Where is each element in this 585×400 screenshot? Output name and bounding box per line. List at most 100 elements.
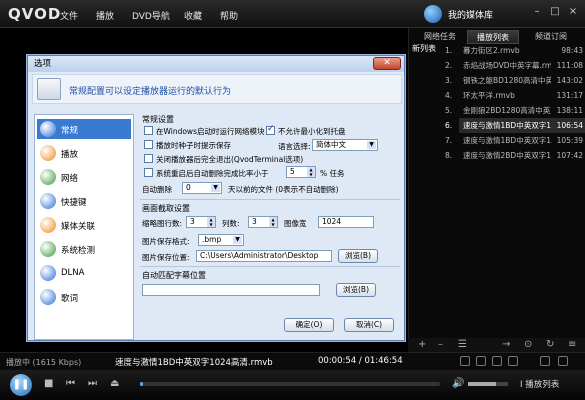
language-select[interactable]: 简体中文 ▼ [312,139,378,151]
playlist-item[interactable]: 3. 钢铁之躯BD1280高清中英双字.rmvb 143:02 [445,73,585,88]
browse-subtitle-path-button[interactable]: 浏览(B) [336,283,376,297]
sequence-icon[interactable]: → [502,338,510,352]
stepper-down-icon[interactable]: ▼ [307,172,315,177]
eject-button[interactable]: ⏏ [110,378,119,389]
menu-help[interactable]: 帮助 [220,9,238,22]
nav-icon [40,121,56,137]
image-format-label: 图片保存格式: [142,237,190,246]
startup-network-checkbox[interactable] [144,126,153,135]
playlist-group-new[interactable]: 新列表 [412,43,436,54]
stop-button[interactable]: ■ [44,378,53,389]
nav-icon [40,265,56,281]
maximize-button[interactable]: □ [548,6,562,18]
nav-item-4[interactable]: 媒体关联 [37,215,131,235]
playlist-item-number: 8. [445,151,453,160]
prompt-save-checkbox[interactable] [144,140,153,149]
nav-item-3[interactable]: 快捷键 [37,191,131,211]
image-width-value: 1024 [322,217,342,226]
nav-item-label: 常规 [61,126,79,136]
list-icon[interactable]: ☰ [458,338,467,352]
browse-image-path-button[interactable]: 浏览(B) [338,249,378,263]
ok-button[interactable]: 确定(O) [284,318,334,332]
auto-delete-days-select[interactable]: 0 ▼ [182,182,222,194]
playlist-item[interactable]: 8. 速度与激情2BD中英双字1024高清.rmvb 107:42 [445,148,585,163]
cancel-button[interactable]: 取消(C) [344,318,394,332]
nav-item-label: 歌词 [61,294,79,304]
prompt-save-label: 播放时种子时提示保存 [156,141,231,150]
nav-item-1[interactable]: 播放 [37,143,131,163]
nav-icon [40,241,56,257]
target-icon[interactable]: ⊙ [524,338,532,352]
stepper-down-icon[interactable]: ▼ [207,222,215,227]
loop-icon[interactable]: ↻ [546,338,554,352]
language-label: 语言选择: [278,142,311,151]
stepper-down-icon[interactable]: ▼ [269,222,277,227]
playlist-item-duration: 105:39 [556,136,583,145]
menu-favorites[interactable]: 收藏 [184,9,202,22]
eq-icon[interactable] [492,356,502,366]
nav-item-label: 快捷键 [61,198,87,208]
nav-icon [40,169,56,185]
image-width-input[interactable]: 1024 [318,216,374,228]
capture-section-title: 画面截取设置 [142,204,190,213]
nav-item-2[interactable]: 网络 [37,167,131,187]
nav-item-label: 媒体关联 [61,222,96,232]
playlist-item[interactable]: 6. 速度与激情1BD中英双字1024高清.rmvb 106:54 [445,118,585,133]
playlist-item[interactable]: 7. 速度与激情1BD中英双字1024高清.rmvb 105:39 [445,133,585,148]
playlist-item[interactable]: 5. 金刚狼2BD1280高清中英双字.rmvb 138:11 [445,103,585,118]
open-playlist-button[interactable]: Ⅰ 播放列表 [520,378,559,390]
auto-delete-suffix: 天以前的文件 (0表示不自动删除) [228,185,339,194]
volume-icon[interactable]: 🔊 [452,378,464,389]
media-library-button[interactable]: 我的媒体库 [424,3,504,25]
always-on-top-icon[interactable] [558,356,568,366]
image-width-label: 图像宽 [284,219,307,228]
playlist-item[interactable]: 2. 赤焰战场DVD中英字幕.rmvb 111:08 [445,58,585,73]
thumb-cols-label: 列数: [222,219,240,228]
nav-item-5[interactable]: 系统检测 [37,239,131,259]
menu-file[interactable]: 文件 [60,9,78,22]
no-minimize-tray-checkbox[interactable] [266,124,275,135]
volume-slider[interactable] [468,382,508,386]
next-button[interactable]: ⏭ [88,378,97,389]
globe-icon [424,5,442,23]
tab-network-tasks[interactable]: 网络任务 [415,30,465,44]
current-filename: 速度与激情1BD中英双字1024高清.rmvb [115,358,273,368]
ratio-stepper[interactable]: 5 ▲ ▼ [286,166,316,178]
image-format-select[interactable]: .bmp ▼ [198,234,244,246]
add-icon[interactable]: + [418,338,426,352]
nav-item-label: 播放 [61,150,79,160]
playlist-item-number: 7. [445,136,453,145]
fullscreen-icon[interactable] [508,356,518,366]
previous-button[interactable]: ⏮ [66,378,75,389]
image-path-input[interactable]: C:\Users\Administrator\Desktop [196,250,332,262]
mini-mode-icon[interactable] [540,356,550,366]
pause-button[interactable]: ❚❚ [10,374,32,396]
nav-item-6[interactable]: DLNA [37,263,131,283]
menu-dvd[interactable]: DVD导航 [132,9,170,22]
full-exit-checkbox[interactable] [144,154,153,163]
ratio-value: 5 [290,167,295,176]
minimize-button[interactable]: – [530,6,544,18]
close-button[interactable]: × [566,6,580,18]
menu-lines-icon[interactable]: ≡ [568,338,576,352]
tab-playlist[interactable]: 播放列表 [467,30,519,44]
nav-item-0[interactable]: 常规 [37,119,131,139]
seek-bar[interactable] [140,382,440,386]
subtitle-path-input[interactable] [142,284,320,296]
volume-slider-fill [468,382,496,386]
dialog-close-button[interactable]: ✕ [373,57,401,70]
nav-item-7[interactable]: 歌词 [37,287,131,307]
tab-channel-subscriptions[interactable]: 频道订阅 [523,30,579,44]
playlist-item-number: 6. [445,121,453,130]
settings-icon[interactable] [476,356,486,366]
menu-play[interactable]: 播放 [96,9,114,22]
thumb-rows-stepper[interactable]: 3 ▲ ▼ [186,216,216,228]
playlist-item[interactable]: 1. 暮力街区2.rmvb 98:43 [445,43,585,58]
auto-delete-label: 自动删除 [142,185,172,194]
playlist-item[interactable]: 4. 环太平洋.rmvb 131:17 [445,88,585,103]
thumb-cols-stepper[interactable]: 3 ▲ ▼ [248,216,278,228]
screenshot-icon[interactable] [460,356,470,366]
remove-icon[interactable]: – [438,338,443,352]
title-bar: QVOD 文件 播放 DVD导航 收藏 帮助 我的媒体库 – □ × [0,0,585,28]
auto-delete-ratio-checkbox[interactable] [144,168,153,177]
